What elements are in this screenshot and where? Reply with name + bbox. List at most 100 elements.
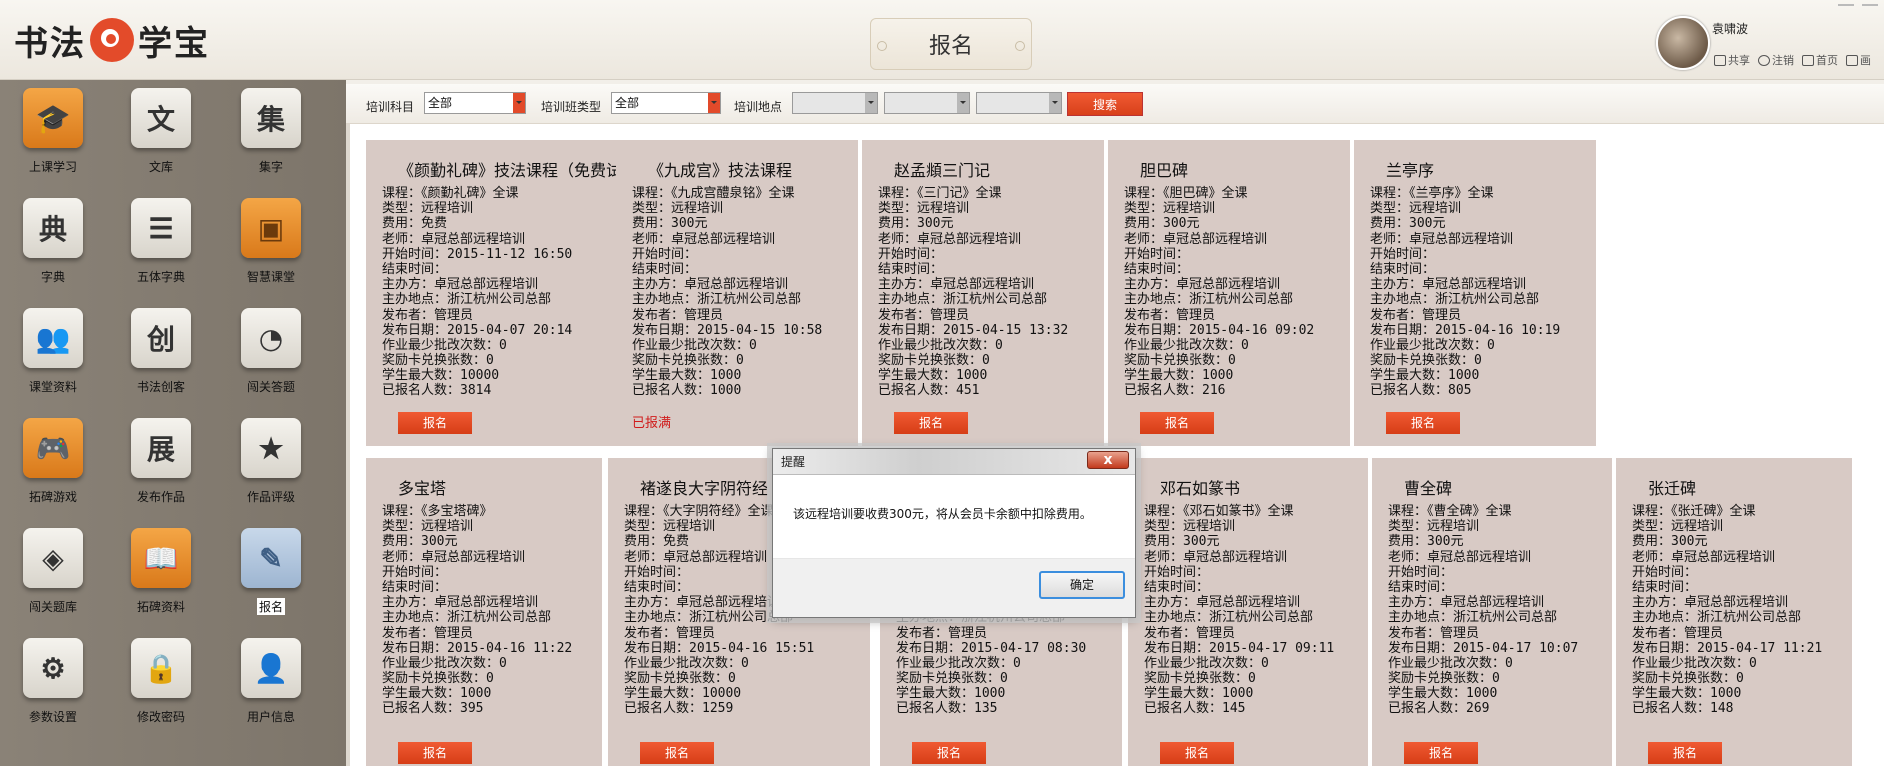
course-detail-line: 主办地点：浙江杭州公司总部: [1144, 610, 1314, 626]
course-detail-line: 作业最少批改次数：0: [1144, 655, 1269, 671]
register-button[interactable]: 报名: [640, 742, 714, 764]
register-button[interactable]: 报名: [1386, 412, 1460, 434]
register-button[interactable]: 报名: [1140, 412, 1214, 434]
course-detail-line: 奖励卡兑换张数：0: [382, 671, 494, 687]
share-link[interactable]: 共享: [1714, 52, 1750, 68]
layers-icon: ◈: [23, 528, 83, 588]
course-detail-line: 主办地点：浙江杭州公司总部: [1370, 292, 1540, 308]
avatar[interactable]: [1656, 16, 1710, 70]
sidebar-item[interactable]: 展发布作品: [108, 414, 214, 518]
course-title: 多宝塔: [398, 479, 447, 498]
course-detail-line: 主办地点：浙江杭州公司总部: [632, 292, 802, 308]
search-button[interactable]: 搜索: [1067, 92, 1143, 116]
username: 袁啸波: [1712, 22, 1749, 36]
course-detail-line: 主办方：卓冠总部远程培训: [1144, 595, 1301, 611]
course-detail-line: 类型：远程培训: [632, 201, 724, 217]
class-type-select[interactable]: 全部: [611, 92, 721, 114]
sidebar-item[interactable]: 🔒 修改密码: [108, 634, 214, 738]
course-detail-line: 开始时间：: [878, 246, 944, 262]
course-detail-line: 发布日期：2015-04-17 10:07: [1388, 640, 1579, 656]
course-detail-line: 学生最大数：1000: [382, 686, 492, 702]
chevron-down-icon: [865, 93, 877, 113]
register-button[interactable]: 报名: [912, 742, 986, 764]
class-type-value: 全部: [615, 96, 640, 110]
register-button[interactable]: 报名: [1648, 742, 1722, 764]
sidebar-item[interactable]: ☰ 五体字典: [108, 194, 214, 298]
logo: 书法 学宝: [14, 14, 210, 66]
course-detail-line: 课程：《颜勤礼碑》全课: [382, 186, 519, 201]
sidebar-item[interactable]: ✎ 报名: [218, 524, 324, 628]
course-detail-line: 已报名人数：216: [1124, 383, 1226, 399]
chevron-down-icon: [1049, 93, 1061, 113]
minimize-icon[interactable]: [1838, 0, 1854, 6]
register-button[interactable]: 报名: [398, 742, 472, 764]
sidebar-item[interactable]: ▣ 智慧课堂: [218, 194, 324, 298]
sidebar-item[interactable]: 集集字: [218, 84, 324, 188]
target-icon: ◔: [241, 308, 301, 368]
class-type-label: 培训班类型: [541, 100, 602, 114]
sidebar-item[interactable]: 典字典: [0, 194, 106, 298]
sidebar-item-label: 五体字典: [136, 270, 185, 284]
location-city-select[interactable]: [884, 92, 970, 114]
maximize-icon[interactable]: [1862, 0, 1878, 6]
sidebar-item-label: 闯关答题: [246, 380, 295, 394]
course-detail-line: 发布日期：2015-04-16 15:51: [624, 640, 815, 656]
ok-button[interactable]: 确定: [1039, 571, 1125, 599]
sidebar-item-label: 发布作品: [136, 490, 185, 504]
sidebar-item-label: 上课学习: [28, 160, 77, 174]
course-detail-line: 学生最大数：1000: [1124, 368, 1234, 384]
sidebar-item[interactable]: 📖 拓碑资料: [108, 524, 214, 628]
register-button[interactable]: 报名: [398, 412, 472, 434]
course-detail-line: 费用：300元: [878, 216, 954, 232]
logout-link[interactable]: 注销: [1758, 52, 1794, 68]
course-detail-line: 主办方：卓冠总部远程培训: [1370, 277, 1527, 293]
sidebar-item[interactable]: ★ 作品评级: [218, 414, 324, 518]
course-card: 张迁碑 课程：《张迁碑》全课 类型：远程培训 费用：300元 老师：卓冠总部远程培训 开始…: [1616, 458, 1852, 766]
draw-link[interactable]: 画: [1846, 52, 1871, 68]
wen-icon: 文: [131, 88, 191, 148]
sidebar-item[interactable]: 👤 用户信息: [218, 634, 324, 738]
course-details: 课程：《九成宫醴泉铭》全课 类型：远程培训 费用：300元 老师：卓冠总部远程培训 开始…: [632, 186, 822, 399]
home-link[interactable]: 首页: [1802, 52, 1838, 68]
register-button[interactable]: 报名: [1160, 742, 1234, 764]
course-detail-line: 主办地点：浙江杭州公司总部: [382, 610, 552, 626]
course-details: 课程：《胆巴碑》全课 类型：远程培训 费用：300元 老师：卓冠总部远程培训 开始时间：…: [1124, 186, 1314, 399]
sidebar-item-label: 文库: [148, 160, 173, 174]
page-title: 报名: [870, 18, 1032, 70]
course-details: 课程：《三门记》全课 类型：远程培训 费用：300元 老师：卓冠总部远程培训 开始时间：…: [878, 186, 1068, 399]
sidebar-item-label: 修改密码: [136, 710, 185, 724]
sidebar-item[interactable]: ⚙ 参数设置: [0, 634, 106, 738]
alert-dialog: 提醒 x 该远程培训要收费300元，将从会员卡余额中扣除费用。 确定: [772, 448, 1136, 618]
register-button[interactable]: 报名: [894, 412, 968, 434]
course-title: 兰亭序: [1386, 161, 1435, 180]
sidebar-item[interactable]: 🎓 上课学习: [0, 84, 106, 188]
course-detail-line: 作业最少批改次数：0: [382, 337, 507, 353]
sidebar-item[interactable]: ◈ 闯关题库: [0, 524, 106, 628]
course-title: 胆巴碑: [1140, 161, 1189, 180]
course-detail-line: 发布日期：2015-04-16 09:02: [1124, 322, 1315, 338]
home-icon: [1802, 54, 1814, 66]
sidebar: 🎓 上课学习文文库集集字典字典 ☰ 五体字典 ▣ 智慧课堂 👥 课堂资料创书法创客 ◔ 闯关答题 🎮…: [0, 80, 346, 766]
sidebar-item-label: 智慧课堂: [246, 270, 295, 284]
close-icon[interactable]: x: [1087, 451, 1129, 469]
sidebar-item[interactable]: 🎮 拓碑游戏: [0, 414, 106, 518]
course-detail-line: 主办方：卓冠总部远程培训: [382, 595, 539, 611]
course-detail-line: 结束时间：: [382, 261, 448, 277]
location-district-select[interactable]: [976, 92, 1062, 114]
course-detail-line: 主办地点：浙江杭州公司总部: [1632, 610, 1802, 626]
course-detail-line: 已报名人数：805: [1370, 383, 1472, 399]
course-detail-line: 费用：300元: [382, 534, 458, 550]
sidebar-item[interactable]: 创书法创客: [108, 304, 214, 408]
register-button[interactable]: 报名: [1404, 742, 1478, 764]
sidebar-item[interactable]: 👥 课堂资料: [0, 304, 106, 408]
course-detail-line: 开始时间：: [1370, 246, 1436, 262]
course-detail-line: 主办方：卓冠总部远程培训: [1124, 277, 1281, 293]
sidebar-item[interactable]: 文文库: [108, 84, 214, 188]
subject-select[interactable]: 全部: [424, 92, 526, 114]
course-detail-line: 费用：300元: [1124, 216, 1200, 232]
sidebar-item[interactable]: ◔ 闯关答题: [218, 304, 324, 408]
course-detail-line: 开始时间：: [1632, 564, 1698, 580]
course-detail-line: 已报名人数：135: [896, 701, 998, 717]
location-province-select[interactable]: [792, 92, 878, 114]
course-detail-line: 发布者：管理员: [382, 625, 474, 641]
